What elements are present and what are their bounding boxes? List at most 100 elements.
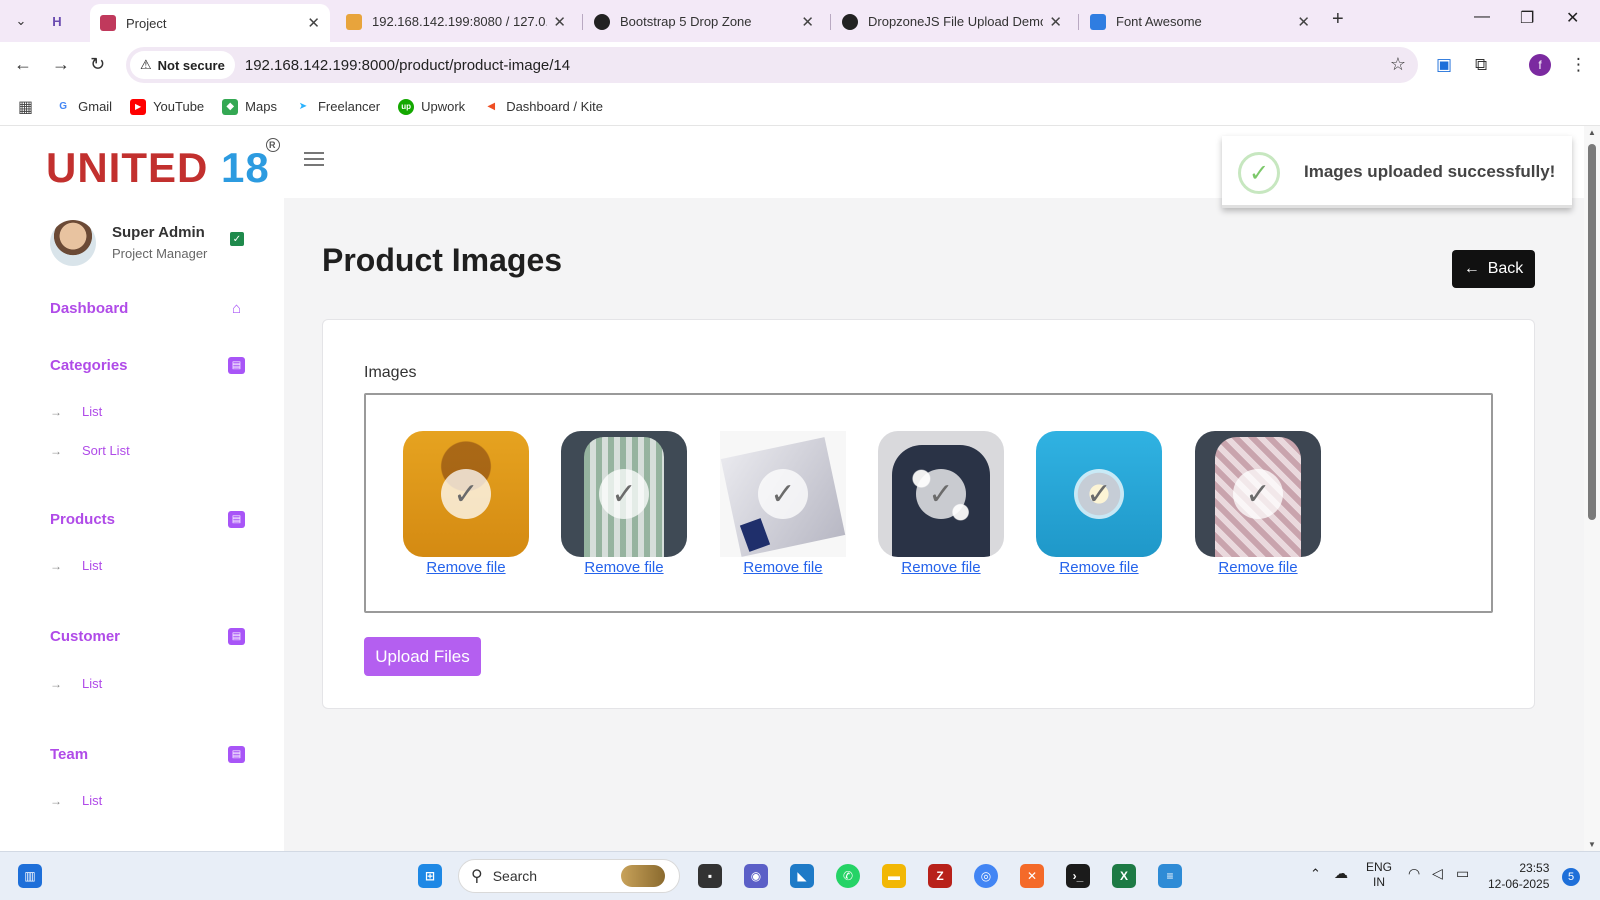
bookmark-gmail[interactable]: G Gmail [55, 98, 112, 115]
close-tab-icon[interactable]: ✕ [1297, 13, 1310, 31]
browser-menu-icon[interactable]: ⋮ [1570, 55, 1587, 75]
whatsapp-icon[interactable]: ✆ [836, 864, 860, 888]
remove-file-link[interactable]: Remove file [426, 559, 505, 576]
tray-overflow-chevron-icon[interactable]: ⌃ [1310, 866, 1321, 882]
sidebar-item-categories[interactable]: Categories [50, 357, 128, 374]
file-explorer-icon[interactable]: ▬ [882, 864, 906, 888]
bookmark-maps[interactable]: ◆ Maps [222, 98, 277, 115]
scroll-down-icon[interactable]: ▼ [1588, 840, 1596, 849]
profile-avatar[interactable]: f [1529, 54, 1551, 76]
arrow-right-icon: → [50, 404, 62, 419]
clock[interactable]: 23:53 12-06-2025 [1488, 860, 1549, 892]
brand-logo[interactable]: UNITED 18 R [46, 138, 280, 192]
taskbar-search[interactable]: ⚲ Search [458, 859, 680, 893]
scrollbar-thumb[interactable] [1588, 144, 1596, 520]
back-button-label: Back [1487, 260, 1524, 277]
sidebar-item-products[interactable]: Products [50, 511, 115, 528]
tab-phpmyadmin[interactable]: 192.168.142.199:8080 / 127.0.0.1 ✕ [336, 5, 576, 38]
reload-icon[interactable]: ↻ [90, 54, 105, 75]
toast-message: Images uploaded successfully! [1304, 162, 1556, 181]
checkmark-icon: ✓ [758, 469, 808, 519]
cloud-offline-icon[interactable]: ☁ [1334, 865, 1348, 882]
scroll-up-icon[interactable]: ▲ [1588, 128, 1596, 137]
tab-groups-icon[interactable]: H [42, 6, 72, 36]
thumbnail-image: ✓ [403, 431, 529, 557]
terminal-icon[interactable]: ›_ [1066, 864, 1090, 888]
avatar [50, 220, 96, 266]
chrome-icon[interactable]: ◎ [974, 864, 998, 888]
codepen-favicon-icon [594, 13, 610, 30]
url-text[interactable]: 192.168.142.199:8000/product/product-ima… [245, 57, 570, 74]
tab-project[interactable]: Project ✕ [90, 4, 330, 42]
bookmark-kite[interactable]: ◀ Dashboard / Kite [483, 98, 603, 115]
project-favicon-icon [100, 15, 116, 31]
sidebar-subitem-label: List [82, 404, 103, 419]
apps-grid-icon[interactable]: ▦ [18, 97, 33, 117]
sidebar-subitem-customer-list[interactable]: → List [50, 676, 102, 691]
sidebar-subitem-products-list[interactable]: → List [50, 558, 102, 573]
upload-files-button[interactable]: Upload Files [364, 637, 481, 676]
sidebar-item-team[interactable]: Team [50, 746, 88, 763]
back-arrow-icon[interactable]: ← [14, 54, 32, 75]
google-icon: G [55, 98, 72, 115]
tab-search-chevron-icon[interactable]: ⌄ [6, 6, 36, 36]
tab-dropzonejs-demo[interactable]: DropzoneJS File Upload Demo ✕ [832, 5, 1072, 38]
notification-count-badge[interactable]: 5 [1562, 868, 1580, 886]
widgets-icon[interactable]: ▥ [18, 864, 42, 888]
close-tab-icon[interactable]: ✕ [307, 14, 320, 32]
sidebar-subitem-categories-list[interactable]: → List [50, 404, 102, 419]
remove-file-link[interactable]: Remove file [901, 559, 980, 576]
battery-icon[interactable]: ▭ [1456, 865, 1469, 882]
extensions-puzzle-icon[interactable]: ⧉ [1475, 55, 1487, 75]
remove-file-link[interactable]: Remove file [584, 559, 663, 576]
bookmark-youtube[interactable]: ▶ YouTube [130, 98, 204, 115]
dropzone-preview: ✓ Remove file [878, 431, 1004, 577]
translate-extension-icon[interactable]: ▣ [1436, 55, 1452, 75]
forward-arrow-icon[interactable]: → [52, 54, 70, 75]
remove-file-link[interactable]: Remove file [1218, 559, 1297, 576]
tab-bootstrap-dropzone[interactable]: Bootstrap 5 Drop Zone ✕ [584, 5, 824, 38]
bookmark-freelancer[interactable]: ➤ Freelancer [294, 98, 380, 115]
hamburger-menu-icon[interactable] [304, 152, 324, 166]
back-button[interactable]: ← Back [1452, 250, 1535, 288]
xampp-icon[interactable]: ✕ [1020, 864, 1044, 888]
sidebar-subitem-team-list[interactable]: → List [50, 793, 102, 808]
remove-file-link[interactable]: Remove file [743, 559, 822, 576]
close-tab-icon[interactable]: ✕ [801, 13, 814, 31]
tab-font-awesome[interactable]: Font Awesome ✕ [1080, 5, 1320, 38]
omnibox[interactable]: ⚠ Not secure 192.168.142.199:8000/produc… [126, 47, 1418, 83]
close-tab-icon[interactable]: ✕ [553, 13, 566, 31]
input-language[interactable]: ENG IN [1366, 860, 1392, 890]
brand-name-part2: 18 [221, 144, 270, 191]
minimize-icon[interactable]: — [1474, 8, 1490, 26]
excel-icon[interactable]: X [1112, 864, 1136, 888]
filezilla-icon[interactable]: Z [928, 864, 952, 888]
bookmark-upwork[interactable]: up Upwork [398, 98, 465, 115]
remove-file-link[interactable]: Remove file [1059, 559, 1138, 576]
task-view-icon[interactable]: ▪ [698, 864, 722, 888]
restore-icon[interactable]: ❐ [1520, 8, 1534, 28]
wifi-icon[interactable]: ◠ [1408, 865, 1420, 882]
new-tab-icon[interactable]: + [1332, 8, 1344, 31]
bookmark-star-icon[interactable]: ☆ [1390, 54, 1406, 75]
close-window-icon[interactable]: ✕ [1566, 8, 1579, 28]
volume-icon[interactable]: ◁ [1432, 865, 1443, 882]
sidebar-subitem-categories-sort-list[interactable]: → Sort List [50, 443, 130, 458]
sidebar-item-dashboard[interactable]: Dashboard [50, 300, 128, 317]
site-security-chip[interactable]: ⚠ Not secure [130, 51, 235, 79]
dropzone[interactable]: ✓ Remove file ✓ Remove file ✓ Remove fil… [364, 393, 1493, 613]
maps-icon: ◆ [222, 98, 239, 115]
vscode-icon[interactable]: ◣ [790, 864, 814, 888]
language-code: ENG [1366, 860, 1393, 874]
page-scrollbar[interactable]: ▲ ▼ [1584, 126, 1600, 851]
arrow-right-icon: → [50, 676, 62, 691]
success-toast[interactable]: ✓ Images uploaded successfully! [1222, 136, 1572, 208]
user-role: Project Manager [112, 246, 208, 261]
sidebar-subitem-label: List [82, 793, 103, 808]
teams-icon[interactable]: ◉ [744, 864, 768, 888]
windows-start-icon[interactable]: ⊞ [418, 864, 442, 888]
checkmark-icon: ✓ [916, 469, 966, 519]
notepad-icon[interactable]: ≡ [1158, 864, 1182, 888]
sidebar-item-customer[interactable]: Customer [50, 628, 120, 645]
close-tab-icon[interactable]: ✕ [1049, 13, 1062, 31]
